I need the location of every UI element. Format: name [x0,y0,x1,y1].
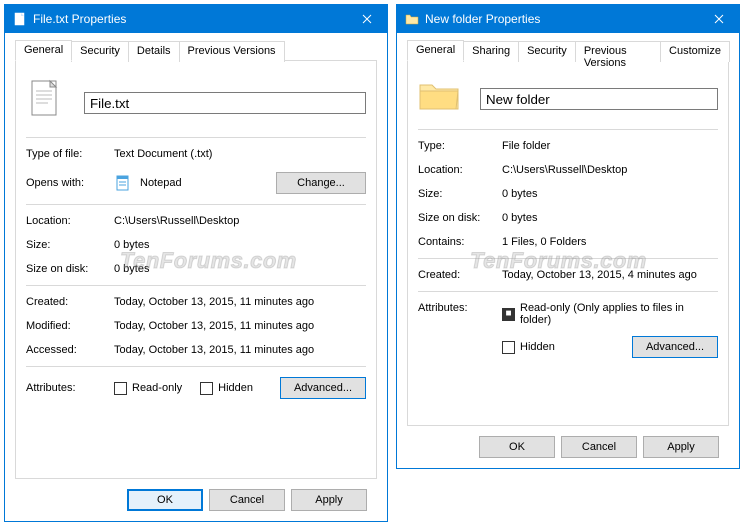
foldername-input[interactable] [480,88,718,110]
tab-details[interactable]: Details [128,41,180,62]
attributes-label: Attributes: [418,302,502,314]
filename-input[interactable] [84,92,366,114]
advanced-button[interactable]: Advanced... [632,336,718,358]
checkbox-box [200,382,213,395]
cancel-button[interactable]: Cancel [561,436,637,458]
size-on-disk-value: 0 bytes [114,263,366,275]
folder-icon [405,12,419,26]
tab-content: Type of file: Text Document (.txt) Opens… [15,61,377,479]
size-on-disk-value: 0 bytes [502,212,718,224]
readonly-checkbox[interactable]: ■ Read-only (Only applies to files in fo… [502,302,718,326]
hidden-label: Hidden [218,382,253,394]
created-value: Today, October 13, 2015, 4 minutes ago [502,269,718,281]
window-title: File.txt Properties [33,12,347,26]
checkbox-box: ■ [502,308,515,321]
ok-button[interactable]: OK [479,436,555,458]
location-label: Location: [26,215,114,227]
tab-security[interactable]: Security [71,41,129,62]
size-label: Size: [26,239,114,251]
opens-with-value: Notepad [140,177,276,189]
separator [418,258,718,259]
file-icon [13,12,27,26]
tab-sharing[interactable]: Sharing [463,41,519,62]
ok-button[interactable]: OK [127,489,203,511]
document-icon [26,79,66,127]
separator [26,285,366,286]
tabs: General Security Details Previous Versio… [15,39,377,61]
opens-with-label: Opens with: [26,177,114,189]
location-value: C:\Users\Russell\Desktop [502,164,718,176]
contains-label: Contains: [418,236,502,248]
size-on-disk-label: Size on disk: [26,263,114,275]
close-button[interactable] [347,5,387,33]
hidden-checkbox[interactable]: Hidden [200,382,253,395]
change-button[interactable]: Change... [276,172,366,194]
location-value: C:\Users\Russell\Desktop [114,215,366,227]
tab-previous-versions[interactable]: Previous Versions [179,41,285,62]
size-on-disk-label: Size on disk: [418,212,502,224]
hidden-checkbox[interactable]: Hidden [502,341,555,354]
folder-properties-window: New folder Properties General Sharing Se… [396,4,740,469]
tab-security[interactable]: Security [518,41,576,62]
location-label: Location: [418,164,502,176]
separator [26,137,366,138]
attributes-label: Attributes: [26,382,114,394]
cancel-button[interactable]: Cancel [209,489,285,511]
apply-button[interactable]: Apply [291,489,367,511]
tab-general[interactable]: General [15,40,72,61]
accessed-value: Today, October 13, 2015, 11 minutes ago [114,344,366,356]
tab-content: Type: File folder Location: C:\Users\Rus… [407,61,729,426]
readonly-label: Read-only [132,382,182,394]
hidden-label: Hidden [520,341,555,353]
separator [418,291,718,292]
type-value: Text Document (.txt) [114,148,366,160]
titlebar[interactable]: File.txt Properties [5,5,387,33]
type-value: File folder [502,140,718,152]
tab-previous-versions[interactable]: Previous Versions [575,41,661,62]
notepad-icon [114,174,132,192]
dialog-footer: OK Cancel Apply [407,426,729,468]
size-value: 0 bytes [114,239,366,251]
readonly-checkbox[interactable]: Read-only [114,382,182,395]
checkbox-box [114,382,127,395]
folder-icon-large [418,79,466,119]
close-button[interactable] [699,5,739,33]
type-label: Type: [418,140,502,152]
checkbox-box [502,341,515,354]
modified-label: Modified: [26,320,114,332]
separator [418,129,718,130]
size-value: 0 bytes [502,188,718,200]
tab-general[interactable]: General [407,40,464,61]
created-value: Today, October 13, 2015, 11 minutes ago [114,296,366,308]
titlebar[interactable]: New folder Properties [397,5,739,33]
tab-customize[interactable]: Customize [660,41,730,62]
window-title: New folder Properties [425,12,699,26]
advanced-button[interactable]: Advanced... [280,377,366,399]
created-label: Created: [26,296,114,308]
accessed-label: Accessed: [26,344,114,356]
created-label: Created: [418,269,502,281]
modified-value: Today, October 13, 2015, 11 minutes ago [114,320,366,332]
apply-button[interactable]: Apply [643,436,719,458]
type-label: Type of file: [26,148,114,160]
tabs: General Sharing Security Previous Versio… [407,39,729,61]
separator [26,204,366,205]
readonly-label: Read-only (Only applies to files in fold… [520,302,718,326]
file-properties-window: File.txt Properties General Security Det… [4,4,388,522]
separator [26,366,366,367]
dialog-footer: OK Cancel Apply [15,479,377,521]
contains-value: 1 Files, 0 Folders [502,236,718,248]
size-label: Size: [418,188,502,200]
